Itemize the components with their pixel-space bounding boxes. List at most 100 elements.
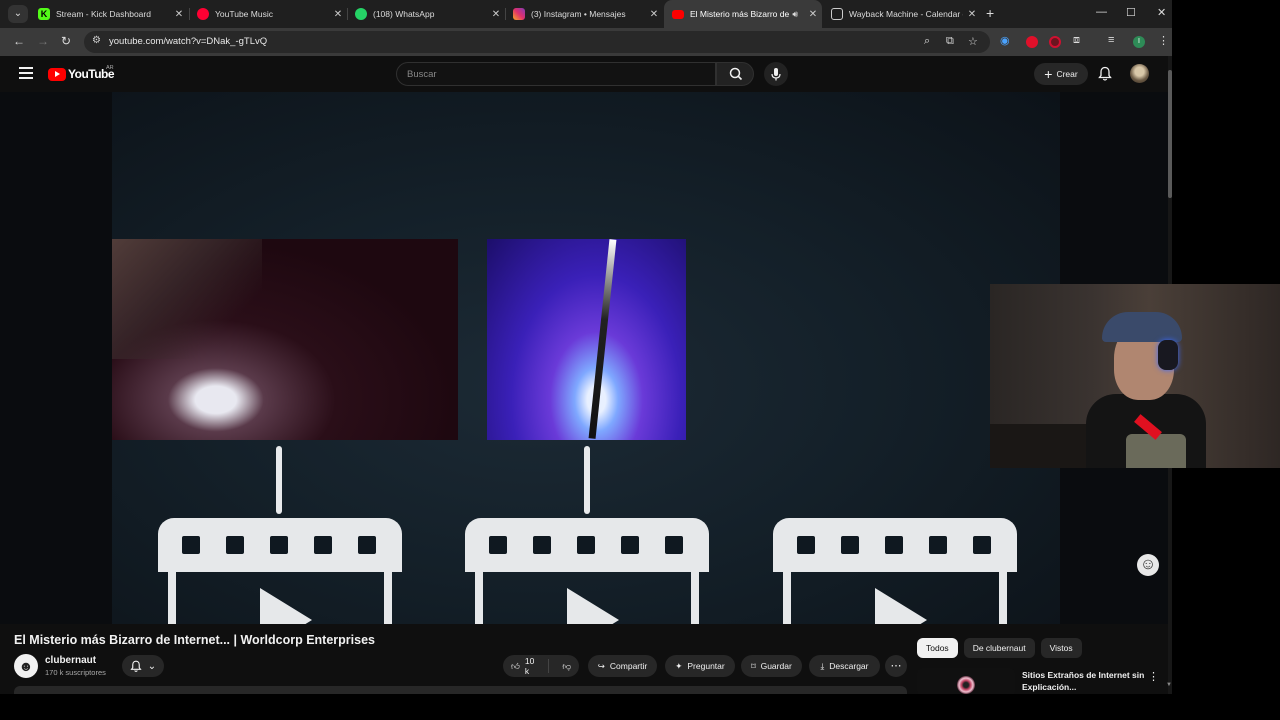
search-box[interactable] xyxy=(396,62,716,86)
subscriber-count: 170 k suscriptores xyxy=(45,668,106,677)
close-tab-icon[interactable]: ✕ xyxy=(645,9,663,20)
save-button[interactable]: ⌑ Guardar xyxy=(741,655,802,677)
puzzle-icon[interactable]: ⧈ xyxy=(1073,34,1080,47)
ask-button[interactable]: ✦ Preguntar xyxy=(665,655,735,677)
share-icon: ↪ xyxy=(597,660,605,671)
new-tab-icon[interactable]: + xyxy=(986,5,994,21)
tab-kick[interactable]: K Stream - Kick Dashboard ✕ xyxy=(30,0,188,28)
zoom-icon[interactable]: ⌕ xyxy=(924,35,930,48)
video-frame xyxy=(112,92,1060,624)
channel-name[interactable]: clubernaut xyxy=(45,655,96,666)
forward-icon[interactable]: → xyxy=(37,34,49,48)
close-tab-icon[interactable]: ✕ xyxy=(804,9,822,20)
video-clapper-icon xyxy=(158,518,402,624)
recommended-video-thumbnail[interactable] xyxy=(917,668,1015,694)
video-clapper-icon xyxy=(465,518,709,624)
emoji-reaction-icon[interactable]: ☺ xyxy=(1137,554,1159,576)
kick-icon: K xyxy=(38,8,50,20)
recommendation-filters: Todos De clubernaut Vistos xyxy=(917,638,1082,658)
description-box[interactable] xyxy=(14,686,907,694)
like-dislike-group: 👍︎ 10 k 👎︎ xyxy=(503,655,579,677)
reload-icon[interactable]: ↻ xyxy=(61,34,71,48)
extension-record-icon[interactable] xyxy=(1049,36,1061,48)
sparkle-icon: ✦ xyxy=(675,660,683,671)
smiley-icon: ☻ xyxy=(18,658,34,674)
scrollbar-thumb[interactable] xyxy=(1168,70,1172,198)
youtube-logo[interactable]: YouTube xyxy=(48,67,115,81)
back-icon[interactable]: ← xyxy=(13,34,25,48)
star-icon[interactable]: ☆ xyxy=(968,35,978,48)
wayback-icon xyxy=(831,8,843,20)
search-button[interactable] xyxy=(716,62,754,86)
instagram-icon xyxy=(513,8,525,20)
close-tab-icon[interactable]: ✕ xyxy=(963,9,981,20)
recommendation-menu-icon[interactable]: ⋮ xyxy=(1148,670,1159,683)
webcam-overlay xyxy=(990,284,1280,468)
tab-bar: ⌄ K Stream - Kick Dashboard ✕ YouTube Mu… xyxy=(0,0,1172,28)
menu-kebab-icon[interactable]: ⋮ xyxy=(1158,34,1169,47)
install-app-icon[interactable]: ⧉ xyxy=(946,35,954,48)
omnibox[interactable]: ⚙︎ youtube.com/watch?v=DNak_-gTLvQ ⌕ ⧉ ☆ xyxy=(84,31,990,53)
tab-instagram[interactable]: (3) Instagram • Mensajes ✕ xyxy=(505,0,663,28)
extension-red-icon[interactable] xyxy=(1026,36,1038,48)
notifications-button[interactable] xyxy=(1098,66,1112,82)
bell-icon xyxy=(1098,66,1112,81)
download-icon: ⤓ xyxy=(820,660,825,671)
microphone-icon xyxy=(771,68,781,81)
hamburger-menu-icon[interactable] xyxy=(19,67,33,82)
video-graphic-stem xyxy=(276,446,282,514)
account-avatar[interactable] xyxy=(1130,64,1149,83)
search-icon xyxy=(729,67,743,81)
tab-youtube-music[interactable]: YouTube Music ✕ xyxy=(189,0,347,28)
close-tab-icon[interactable]: ✕ xyxy=(487,9,505,20)
video-thumbnail-left xyxy=(112,239,458,440)
plus-icon: + xyxy=(1044,66,1053,82)
chip-from-channel[interactable]: De clubernaut xyxy=(963,638,1035,658)
minimize-icon[interactable]: — xyxy=(1096,6,1107,18)
search-input[interactable] xyxy=(407,69,697,80)
share-button[interactable]: ↪ Compartir xyxy=(588,655,657,677)
subscription-notifications-button[interactable]: ⌄ xyxy=(122,655,164,677)
create-button[interactable]: + Crear xyxy=(1034,63,1088,85)
url-text[interactable]: youtube.com/watch?v=DNak_-gTLvQ xyxy=(109,36,267,47)
tab-youtube-video[interactable]: El Misterio más Bizarro de I 🔊︎ ✕ xyxy=(664,0,822,28)
thumbs-up-icon: 👍︎ xyxy=(511,660,520,671)
bookmark-icon: ⌑ xyxy=(751,660,756,671)
youtube-header: YouTube AR + Crear xyxy=(0,56,1168,92)
more-actions-icon[interactable]: ⋯ xyxy=(885,655,907,677)
whatsapp-icon xyxy=(355,8,367,20)
thumbs-down-icon: 👎︎ xyxy=(562,660,571,671)
tab-whatsapp[interactable]: (108) WhatsApp ✕ xyxy=(347,0,505,28)
profile-icon[interactable]: I xyxy=(1133,36,1145,48)
tab-search-icon[interactable]: ⌄ xyxy=(8,5,28,23)
video-thumbnail-center xyxy=(487,239,686,440)
close-window-icon[interactable]: ✕ xyxy=(1157,6,1166,19)
recommended-video-title[interactable]: Sitios Extraños de Internet sin Explicac… xyxy=(1022,669,1146,693)
video-title: El Misterio más Bizarro de Internet... |… xyxy=(14,633,375,647)
chip-all[interactable]: Todos xyxy=(917,638,958,658)
tab-wayback[interactable]: Wayback Machine - Calendar o ✕ xyxy=(823,0,981,28)
youtube-icon xyxy=(672,9,684,19)
scroll-down-icon[interactable]: ▼ xyxy=(1166,682,1172,688)
country-code: AR xyxy=(106,65,114,71)
chevron-down-icon: ⌄ xyxy=(147,660,157,672)
media-controls-icon[interactable]: ≡ xyxy=(1108,34,1114,46)
site-info-icon[interactable]: ⚙︎ xyxy=(92,35,101,46)
bell-icon xyxy=(130,660,142,672)
youtube-music-icon xyxy=(197,8,209,20)
extension-audio-icon[interactable]: ◉ xyxy=(1000,34,1010,47)
close-tab-icon[interactable]: ✕ xyxy=(170,9,188,20)
like-button[interactable]: 👍︎ 10 k xyxy=(503,656,550,676)
video-clapper-icon xyxy=(773,518,1017,624)
voice-search-button[interactable] xyxy=(764,62,788,86)
address-toolbar: ← → ↻ ⚙︎ youtube.com/watch?v=DNak_-gTLvQ… xyxy=(0,28,1172,56)
eye-icon xyxy=(957,676,975,694)
dislike-button[interactable]: 👎︎ xyxy=(554,661,579,672)
channel-avatar[interactable]: ☻ xyxy=(14,654,38,678)
youtube-play-icon xyxy=(48,67,66,81)
download-button[interactable]: ⤓ Descargar xyxy=(809,655,880,677)
chip-watched[interactable]: Vistos xyxy=(1040,638,1082,658)
maximize-icon[interactable]: ☐ xyxy=(1126,6,1136,19)
close-tab-icon[interactable]: ✕ xyxy=(329,9,347,20)
speaker-icon[interactable]: 🔊︎ xyxy=(792,9,798,20)
